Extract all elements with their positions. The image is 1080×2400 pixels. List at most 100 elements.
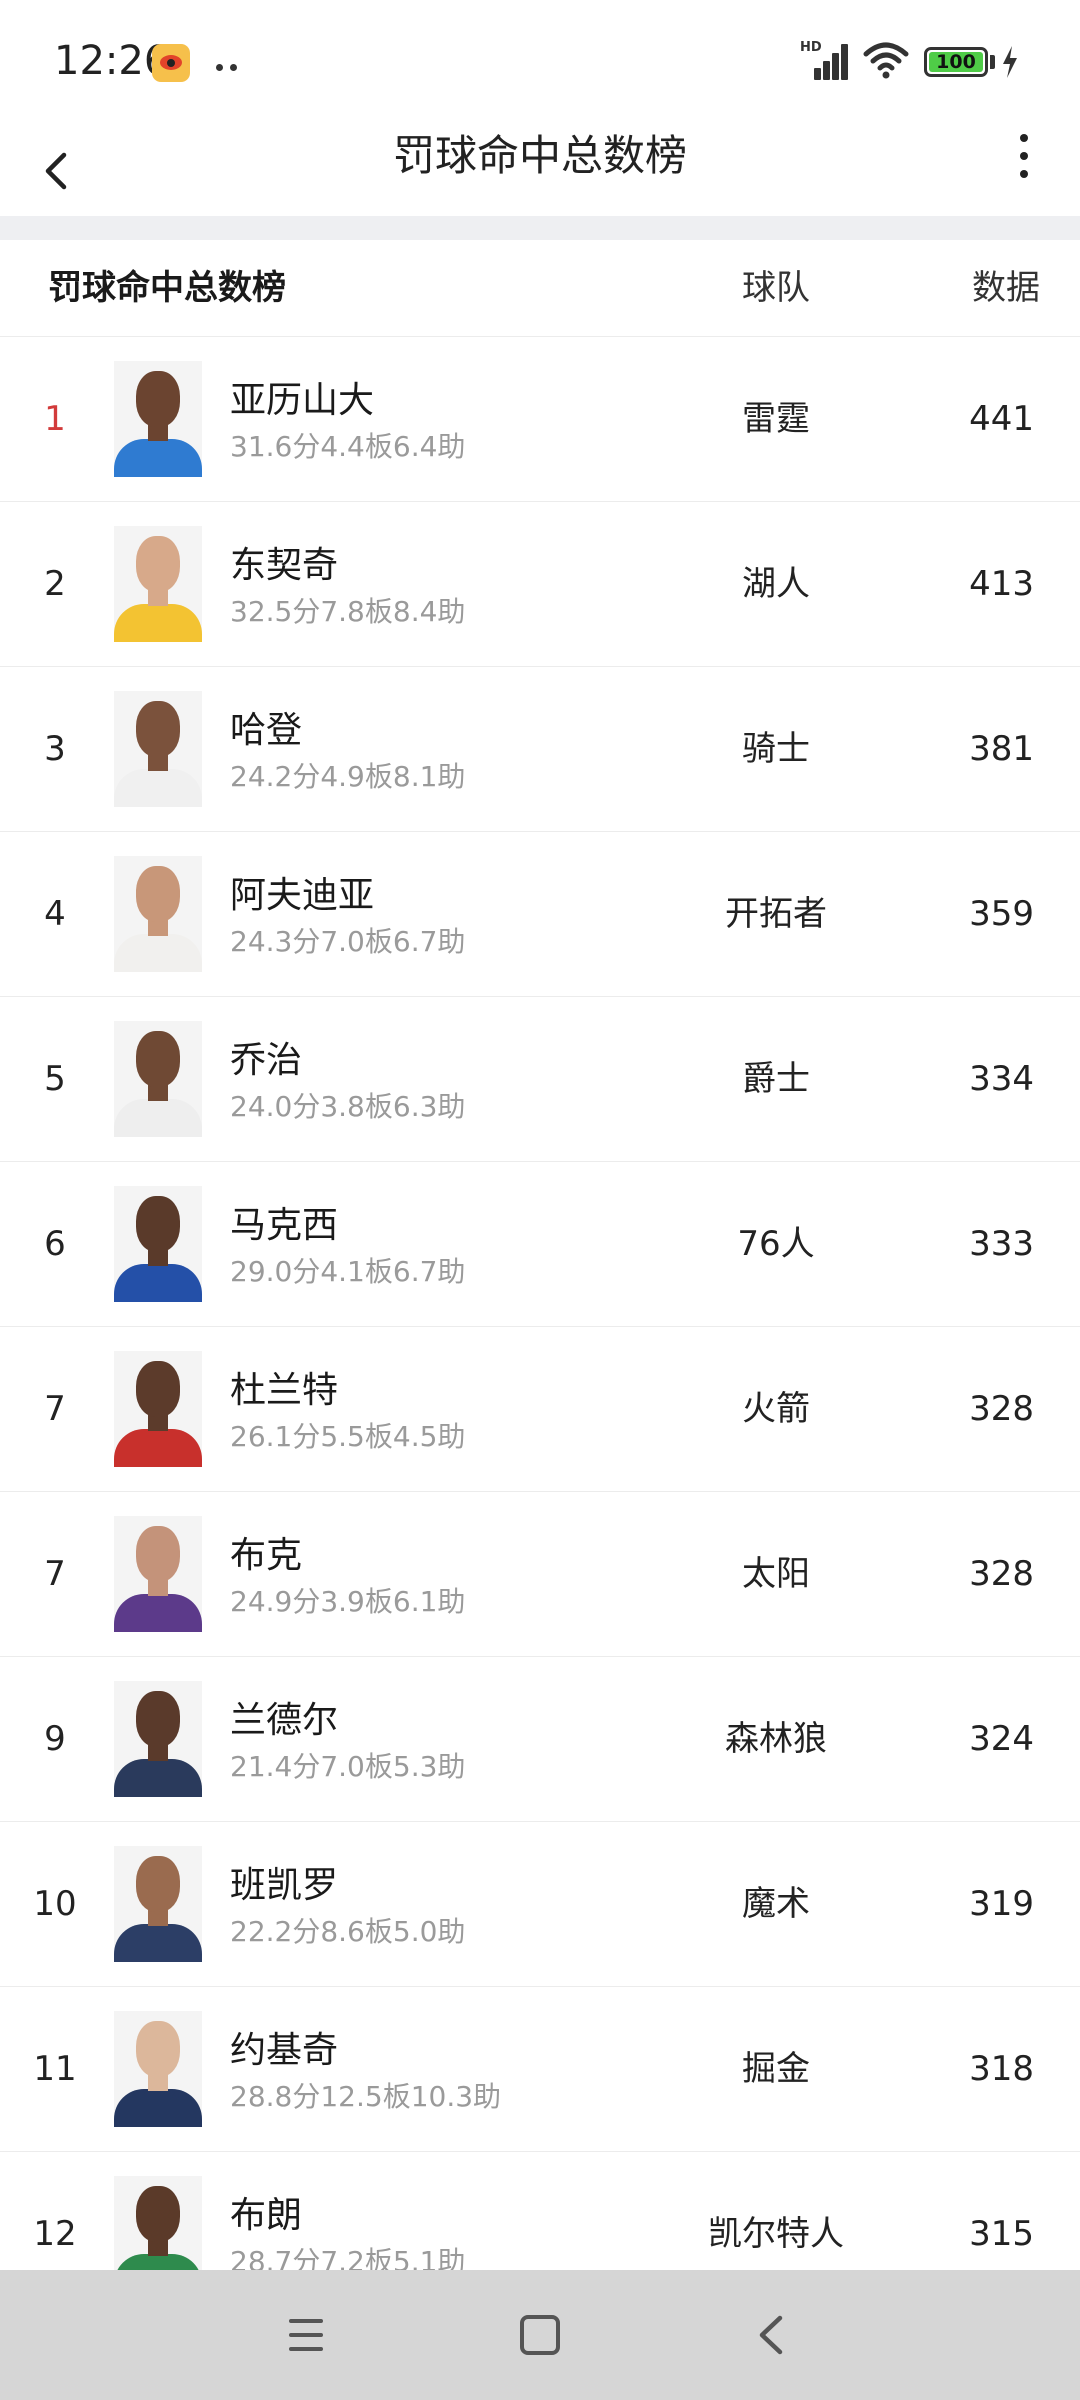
jersey-shape [114, 769, 202, 807]
player-value: 318 [969, 2049, 1034, 2089]
more-notifications-icon [216, 56, 244, 75]
player-team: 爵士 [742, 1059, 810, 1099]
player-value: 324 [969, 1719, 1034, 1759]
player-name[interactable]: 杜兰特 [230, 1361, 338, 1413]
player-stats: 24.3分7.0板6.7助 [230, 925, 466, 958]
player-team: 76人 [737, 1224, 815, 1264]
player-rank: 4 [44, 894, 66, 934]
player-stats: 31.6分4.4板6.4助 [230, 430, 466, 463]
player-row[interactable]: 11 约基奇 28.8分12.5板10.3助 掘金 318 [0, 1987, 1080, 2152]
jersey-shape [114, 2089, 202, 2127]
player-stats: 32.5分7.8板8.4助 [230, 595, 466, 628]
player-avatar[interactable] [114, 1681, 202, 1797]
player-row[interactable]: 9 兰德尔 21.4分7.0板5.3助 森林狼 324 [0, 1657, 1080, 1822]
player-name[interactable]: 乔治 [230, 1031, 302, 1083]
back-chevron-icon[interactable] [722, 2270, 822, 2400]
player-rank: 11 [33, 2049, 77, 2089]
player-stats: 24.9分3.9板6.1助 [230, 1585, 466, 1618]
player-avatar[interactable] [114, 1021, 202, 1137]
player-name[interactable]: 约基奇 [230, 2021, 338, 2073]
page-title: 罚球命中总数榜 [392, 131, 687, 180]
player-team: 火箭 [742, 1389, 810, 1429]
table-header: 罚球命中总数榜 球队 数据 [0, 240, 1080, 337]
player-value: 333 [969, 1224, 1034, 1264]
top-nav-bar: 罚球命中总数榜 [0, 126, 1080, 216]
player-avatar[interactable] [114, 1846, 202, 1962]
player-name[interactable]: 哈登 [230, 701, 302, 753]
player-row[interactable]: 2 东契奇 32.5分7.8板8.4助 湖人 413 [0, 502, 1080, 667]
player-team: 魔术 [742, 1884, 810, 1924]
player-rank: 5 [44, 1059, 66, 1099]
player-avatar[interactable] [114, 526, 202, 642]
player-avatar[interactable] [114, 1516, 202, 1632]
section-divider [0, 216, 1080, 240]
player-name[interactable]: 班凯罗 [230, 1856, 338, 1908]
status-bar: 12:26 HD 100 [0, 0, 1080, 126]
player-value: 359 [969, 894, 1034, 934]
player-avatar[interactable] [114, 1186, 202, 1302]
network-type-label: HD [800, 40, 822, 55]
player-value: 328 [969, 1554, 1034, 1594]
player-name[interactable]: 马克西 [230, 1196, 338, 1248]
leaderboard-list: 1 亚历山大 31.6分4.4板6.4助 雷霆 441 2 东契奇 32.5分7… [0, 337, 1080, 2317]
player-team: 湖人 [742, 564, 810, 604]
wifi-icon [863, 42, 909, 79]
player-team: 开拓者 [725, 894, 827, 934]
player-rank: 10 [33, 1884, 77, 1924]
player-row[interactable]: 3 哈登 24.2分4.9板8.1助 骑士 381 [0, 667, 1080, 832]
home-square-icon[interactable] [490, 2270, 590, 2400]
player-avatar[interactable] [114, 361, 202, 477]
weibo-app-icon [152, 44, 190, 82]
signal-icon: HD [800, 40, 852, 80]
player-name[interactable]: 布克 [230, 1526, 302, 1578]
player-row[interactable]: 7 杜兰特 26.1分5.5板4.5助 火箭 328 [0, 1327, 1080, 1492]
player-value: 334 [969, 1059, 1034, 1099]
player-rank: 7 [44, 1389, 66, 1429]
table-title: 罚球命中总数榜 [48, 268, 286, 308]
jersey-shape [114, 1099, 202, 1137]
player-stats: 28.8分12.5板10.3助 [230, 2080, 502, 2113]
player-row[interactable]: 5 乔治 24.0分3.8板6.3助 爵士 334 [0, 997, 1080, 1162]
player-row[interactable]: 1 亚历山大 31.6分4.4板6.4助 雷霆 441 [0, 337, 1080, 502]
player-rank: 3 [44, 729, 66, 769]
player-avatar[interactable] [114, 691, 202, 807]
player-team: 森林狼 [725, 1719, 827, 1759]
jersey-shape [114, 1429, 202, 1467]
player-team: 雷霆 [742, 399, 810, 439]
battery-icon: 100 [924, 47, 988, 77]
player-name[interactable]: 布朗 [230, 2186, 302, 2238]
player-name[interactable]: 阿夫迪亚 [230, 866, 374, 918]
player-team: 骑士 [742, 729, 810, 769]
player-row[interactable]: 4 阿夫迪亚 24.3分7.0板6.7助 开拓者 359 [0, 832, 1080, 997]
player-rank: 9 [44, 1719, 66, 1759]
charging-icon [1003, 46, 1017, 78]
jersey-shape [114, 1924, 202, 1962]
player-value: 328 [969, 1389, 1034, 1429]
jersey-shape [114, 1759, 202, 1797]
player-avatar[interactable] [114, 2011, 202, 2127]
player-name[interactable]: 东契奇 [230, 536, 338, 588]
player-avatar[interactable] [114, 856, 202, 972]
player-avatar[interactable] [114, 1351, 202, 1467]
player-row[interactable]: 10 班凯罗 22.2分8.6板5.0助 魔术 319 [0, 1822, 1080, 1987]
player-name[interactable]: 亚历山大 [230, 371, 374, 423]
player-row[interactable]: 6 马克西 29.0分4.1板6.7助 76人 333 [0, 1162, 1080, 1327]
menu-icon[interactable] [256, 2270, 356, 2400]
jersey-shape [114, 439, 202, 477]
player-team: 太阳 [742, 1554, 810, 1594]
jersey-shape [114, 1594, 202, 1632]
player-rank: 2 [44, 564, 66, 604]
jersey-shape [114, 1264, 202, 1302]
player-value: 441 [969, 399, 1034, 439]
player-stats: 29.0分4.1板6.7助 [230, 1255, 466, 1288]
player-value: 413 [969, 564, 1034, 604]
player-name[interactable]: 兰德尔 [230, 1691, 338, 1743]
more-vertical-icon[interactable] [1000, 126, 1048, 216]
jersey-shape [114, 604, 202, 642]
player-value: 381 [969, 729, 1034, 769]
player-stats: 21.4分7.0板5.3助 [230, 1750, 466, 1783]
player-rank: 7 [44, 1554, 66, 1594]
player-rank: 1 [44, 399, 66, 439]
player-row[interactable]: 7 布克 24.9分3.9板6.1助 太阳 328 [0, 1492, 1080, 1657]
player-rank: 6 [44, 1224, 66, 1264]
